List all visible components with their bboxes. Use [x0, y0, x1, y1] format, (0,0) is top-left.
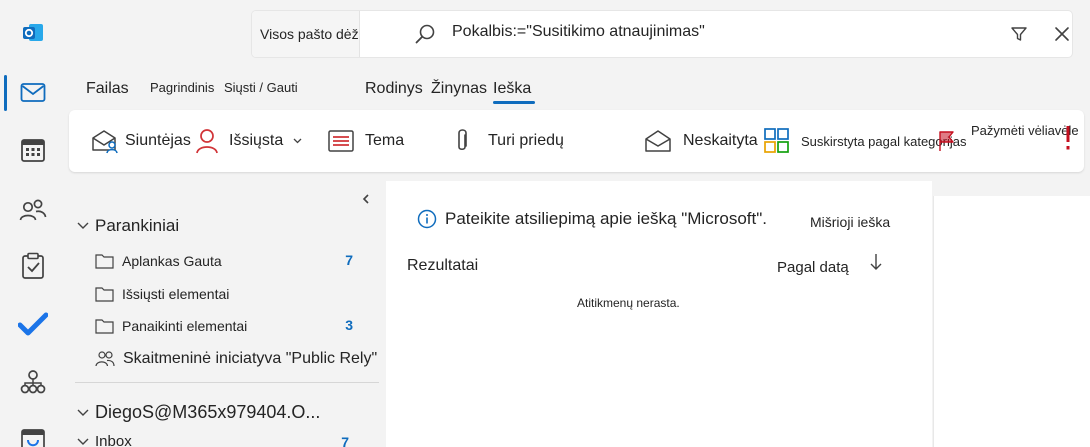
tab-search[interactable]: Ieška — [493, 80, 536, 104]
chevron-down-icon — [77, 438, 89, 445]
folder-pane: Parankiniai Aplankas Gauta 7 Išsiųsti el… — [69, 181, 386, 447]
tab-file[interactable]: Failas — [86, 80, 129, 98]
pane-divider — [75, 382, 379, 383]
no-results-message: Atitikmenų nerasta. — [577, 296, 680, 310]
group-public-rely[interactable]: Skaitmeninė iniciatyva "Public Rely" — [95, 347, 377, 371]
search-box[interactable]: Visos pašto dėžutės Pokalbis:="Susitikim… — [252, 11, 1072, 57]
categorized-button[interactable]: Suskirstyta pagal kategorijas — [764, 110, 966, 172]
calendar-icon[interactable] — [0, 122, 66, 178]
chevron-down-icon — [293, 138, 302, 144]
info-icon — [417, 209, 437, 229]
feedback-banner[interactable]: Pateikite atsiliepimą apie iešką "Micros… — [417, 209, 767, 229]
search-ribbon: Siuntėjas Išsiųsta Tema Turi priedų Nesk… — [69, 110, 1084, 172]
folder-inbox[interactable]: Aplankas Gauta 7 — [95, 249, 353, 273]
folder-inbox-account[interactable]: Inbox 7 — [77, 433, 349, 447]
folder-deleted-items[interactable]: Panaikinti elementai 3 — [95, 314, 353, 338]
outlook-logo-icon[interactable] — [0, 5, 66, 61]
important-icon[interactable] — [1065, 124, 1071, 157]
filter-icon[interactable] — [1010, 25, 1028, 48]
search-input[interactable]: Pokalbis:="Susitikimo atnaujinimas" — [452, 11, 705, 57]
folder-sent-items[interactable]: Išsiųsti elementai — [95, 282, 353, 306]
unread-button[interactable]: Neskaityta — [644, 110, 758, 172]
chevron-down-icon — [77, 409, 89, 416]
from-button[interactable]: Siuntėjas — [91, 110, 191, 172]
collapse-pane-icon[interactable] — [362, 191, 370, 209]
close-icon[interactable] — [1054, 26, 1070, 47]
arrow-down-icon[interactable] — [870, 253, 882, 276]
paperclip-icon — [458, 129, 467, 151]
mail-icon[interactable] — [0, 65, 66, 121]
folder-icon — [95, 287, 114, 302]
tasks-icon[interactable] — [0, 238, 66, 294]
folder-icon — [95, 254, 114, 269]
folder-icon — [95, 319, 114, 334]
tab-send-receive[interactable]: Siųsti / Gauti — [224, 80, 298, 95]
tab-home[interactable]: Pagrindinis — [150, 80, 214, 95]
subject-lines-icon — [328, 130, 354, 152]
favorites-group[interactable]: Parankiniai — [77, 216, 179, 236]
unread-count: 7 — [341, 434, 349, 447]
has-attachments-button[interactable]: Turi priedų — [454, 110, 564, 172]
unread-count: 3 — [345, 317, 353, 333]
flagged-button[interactable]: Pažymėti vėliavėle — [938, 110, 1079, 172]
flag-icon — [939, 131, 954, 151]
tab-help[interactable]: Žinynas — [431, 80, 487, 98]
sort-by-date-button[interactable]: Pagal datą — [777, 259, 849, 276]
search-scope-dropdown[interactable]: Visos pašto dėžutės — [252, 11, 360, 57]
search-icon — [414, 23, 436, 50]
envelope-open-icon — [645, 130, 671, 152]
envelope-person-icon — [92, 130, 118, 154]
person-icon — [196, 129, 218, 154]
app-rail — [0, 0, 66, 447]
results-title: Rezultatai — [407, 257, 479, 274]
account-group[interactable]: DiegoS@M365x979404.O... — [77, 402, 320, 423]
people-icon[interactable] — [0, 182, 66, 238]
results-pane: Pateikite atsiliepimą apie iešką "Micros… — [386, 181, 932, 447]
group-people-icon — [95, 351, 115, 367]
chevron-down-icon — [77, 222, 89, 229]
org-chart-icon[interactable] — [0, 354, 66, 410]
categories-icon — [764, 128, 789, 153]
unread-count: 7 — [345, 252, 353, 268]
todo-check-icon[interactable] — [0, 296, 66, 352]
apps-icon[interactable] — [0, 412, 66, 447]
subject-button[interactable]: Tema — [328, 110, 404, 172]
reading-pane — [933, 196, 1090, 447]
sent-to-button[interactable]: Išsiųsta — [195, 110, 302, 172]
tab-view[interactable]: Rodinys — [365, 80, 423, 98]
hybrid-search-link[interactable]: Mišrioji ieška — [810, 214, 890, 230]
